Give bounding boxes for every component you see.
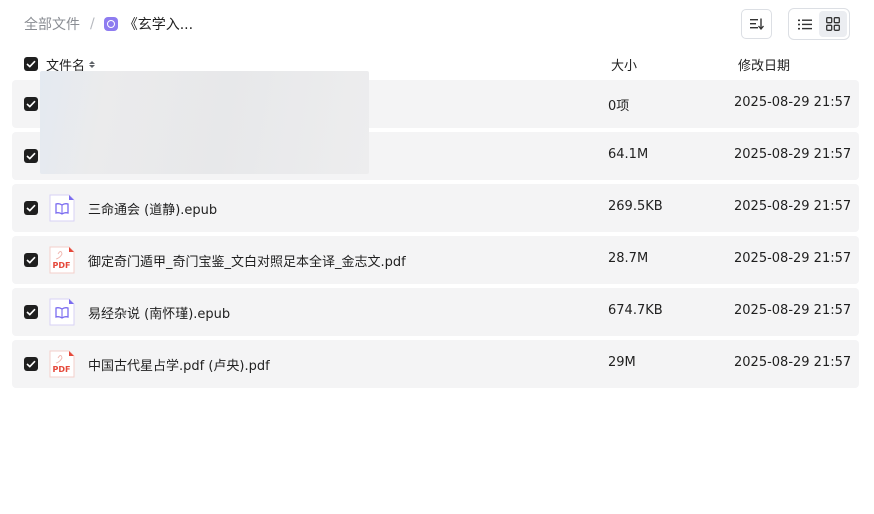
file-name[interactable]: 中国古代星占学.pdf (卢央).pdf [88,355,270,374]
table-row[interactable]: PDF 中国古代星占学.pdf (卢央).pdf 29M 2025-08-29 … [12,340,859,388]
row-checkbox[interactable] [24,305,38,319]
check-icon [26,60,36,68]
file-date: 2025-08-29 21:57 [734,355,852,370]
check-icon [26,308,36,316]
epub-file-icon [49,194,75,222]
breadcrumb-root[interactable]: 全部文件 [24,14,80,34]
file-date: 2025-08-29 21:57 [734,199,852,214]
check-icon [26,256,36,264]
grid-view-icon [826,17,840,31]
sort-caret-icon [89,61,96,68]
list-view-button[interactable] [791,11,819,37]
file-size: 28.7M [608,251,649,266]
file-name[interactable]: 易经杂说 (南怀瑾).epub [88,303,230,322]
folder-badge-icon [103,17,118,31]
grid-view-button[interactable] [819,11,847,37]
breadcrumb: 全部文件 / 《玄学入... [24,14,193,34]
row-checkbox[interactable] [24,357,38,371]
table-row[interactable]: 三命通会 (道静).epub 269.5KB 2025-08-29 21:57 [12,184,859,232]
select-all-checkbox[interactable] [24,57,38,71]
list-view-icon [798,19,812,29]
file-size: 0项 [608,99,630,114]
pdf-label: PDF [53,365,71,374]
view-toggle [788,8,850,40]
redaction-blur [40,71,369,174]
breadcrumb-separator: / [90,16,95,32]
check-icon [26,100,36,108]
table-row[interactable]: PDF 御定奇门遁甲_奇门宝鉴_文白对照足本全译_金志文.pdf 28.7M 2… [12,236,859,284]
epub-file-icon [49,298,75,326]
file-date: 2025-08-29 21:57 [734,303,852,318]
file-date: 2025-08-29 21:57 [734,147,852,162]
row-checkbox[interactable] [24,201,38,215]
column-header-size[interactable]: 大小 [611,55,637,74]
row-checkbox[interactable] [24,149,38,163]
file-size: 29M [608,355,636,370]
file-size: 64.1M [608,147,649,162]
file-name[interactable]: 三命通会 (道静).epub [88,199,217,218]
table-row[interactable]: 易经杂说 (南怀瑾).epub 674.7KB 2025-08-29 21:57 [12,288,859,336]
check-icon [26,152,36,160]
breadcrumb-current[interactable]: 《玄学入... [124,14,193,34]
file-date: 2025-08-29 21:57 [734,95,852,110]
file-size: 269.5KB [608,199,663,214]
sort-icon [749,18,764,30]
file-size: 674.7KB [608,303,663,318]
top-bar: 全部文件 / 《玄学入... [0,0,874,48]
file-name[interactable]: 御定奇门遁甲_奇门宝鉴_文白对照足本全译_金志文.pdf [88,251,406,270]
row-checkbox[interactable] [24,253,38,267]
check-icon [26,204,36,212]
check-icon [26,360,36,368]
column-header-date[interactable]: 修改日期 [738,55,790,74]
sort-button[interactable] [741,9,772,39]
pdf-file-icon: PDF [49,246,75,274]
pdf-label: PDF [53,261,71,270]
row-checkbox[interactable] [24,97,38,111]
file-date: 2025-08-29 21:57 [734,251,852,266]
pdf-file-icon: PDF [49,350,75,378]
